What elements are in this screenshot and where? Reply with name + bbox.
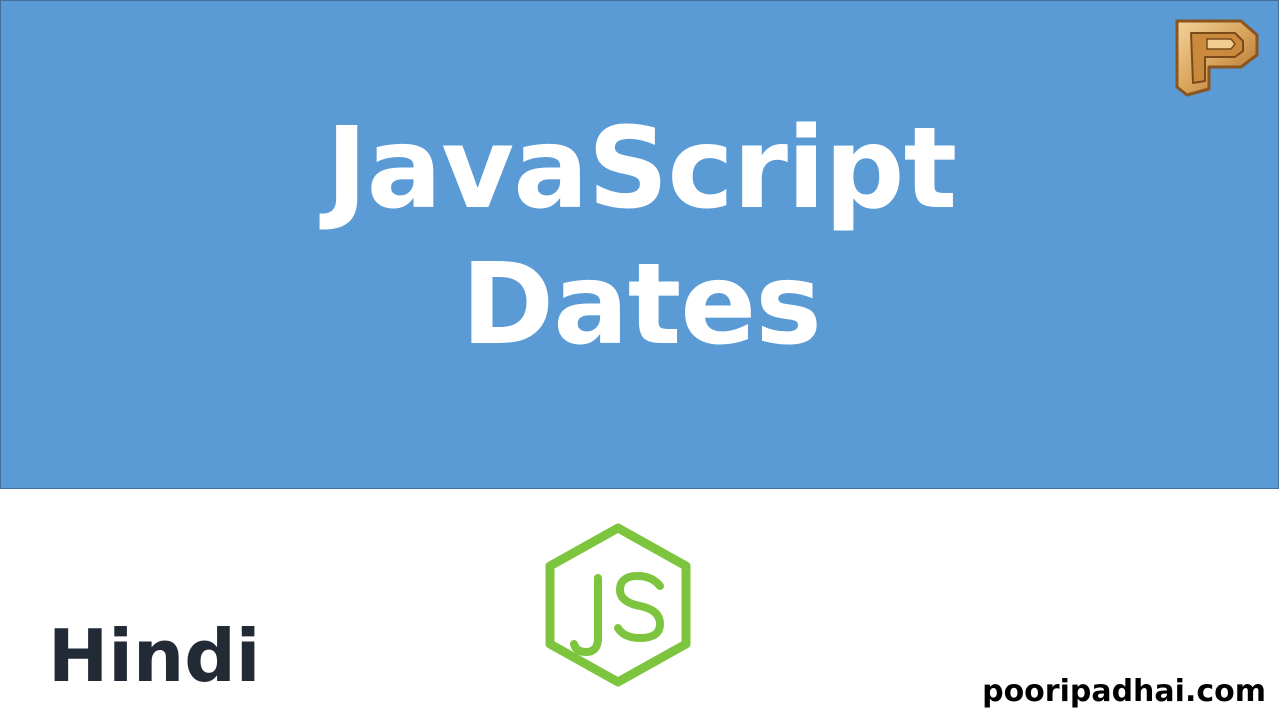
p-logo-icon	[1175, 19, 1259, 97]
title-banner: JavaScript Dates	[0, 0, 1279, 489]
slide: JavaScript Dates Hindi pooripadhai.com	[0, 0, 1280, 720]
page-title: JavaScript Dates	[1, 101, 1280, 373]
language-label: Hindi	[48, 614, 261, 698]
title-line-1: JavaScript	[325, 104, 957, 234]
title-line-2: Dates	[461, 240, 822, 370]
nodejs-hexagon-icon	[545, 523, 691, 687]
website-url: pooripadhai.com	[982, 674, 1266, 709]
